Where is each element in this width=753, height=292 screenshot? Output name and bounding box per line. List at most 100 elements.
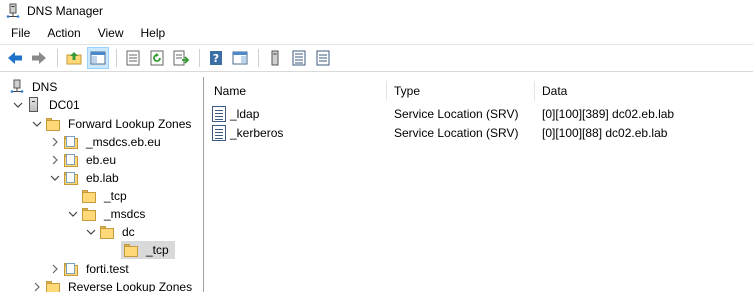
window-title: DNS Manager <box>27 4 104 18</box>
tree-item-label: Reverse Lookup Zones <box>68 280 193 292</box>
folder-icon <box>81 206 97 222</box>
show-hide-tree-button[interactable] <box>87 47 109 69</box>
record-name: _ldap <box>230 107 260 121</box>
tree-item-tcp[interactable]: _tcp <box>81 187 130 205</box>
console-tree: DNS DC01 Forward Lookup Zones _msdcs.eb.… <box>0 77 204 292</box>
zone-icon <box>63 134 79 150</box>
list-item[interactable]: _ldap Service Location (SRV) [0][100][38… <box>205 105 753 124</box>
console-icon <box>232 51 248 65</box>
toolbar: ? <box>0 44 753 72</box>
tree-item-label: _tcp <box>104 189 127 203</box>
tree-item-dns[interactable]: DNS <box>9 78 60 96</box>
show-hide-tree-icon <box>90 51 106 65</box>
export-list-icon <box>173 50 189 66</box>
tree-item-eb-lab[interactable]: eb.lab <box>49 169 122 187</box>
chevron-down-icon[interactable] <box>67 205 79 223</box>
back-button[interactable] <box>4 47 26 69</box>
record-data: [0][100][389] dc02.eb.lab <box>542 107 675 121</box>
column-header-data[interactable]: Data <box>533 79 753 103</box>
toolbar-separator <box>258 49 259 67</box>
tree-item-msdcs-eb-eu[interactable]: _msdcs.eb.eu <box>49 133 164 151</box>
zone-icon <box>63 261 79 277</box>
menu-action[interactable]: Action <box>38 23 88 43</box>
record-type: Service Location (SRV) <box>394 126 519 140</box>
column-header-name[interactable]: Name <box>205 79 386 103</box>
toolbar-separator <box>199 49 200 67</box>
results-list: Name Type Data _ldap Service Location (S… <box>205 77 753 292</box>
tree-item-eb-eu[interactable]: eb.eu <box>49 151 119 169</box>
tree-item-msdcs[interactable]: _msdcs <box>67 205 148 223</box>
tree-item-reverse-lookup-zones[interactable]: Reverse Lookup Zones <box>31 278 195 292</box>
selection-highlight: _tcp <box>121 241 175 259</box>
chevron-right-icon[interactable] <box>49 260 61 278</box>
menu-view[interactable]: View <box>89 23 132 43</box>
tree-item-label: _msdcs.eb.eu <box>86 135 161 149</box>
record-name: _kerberos <box>230 126 284 140</box>
chevron-right-icon[interactable] <box>49 151 61 169</box>
chevron-down-icon[interactable] <box>31 115 43 133</box>
back-arrow-icon <box>8 52 22 64</box>
folder-icon <box>81 188 97 204</box>
help-button[interactable]: ? <box>205 47 227 69</box>
tree-item-label: _msdcs <box>104 207 146 221</box>
svg-text:?: ? <box>213 52 219 65</box>
dns-record-icon <box>212 106 226 122</box>
menu-bar: File Action View Help <box>0 22 753 44</box>
folder-icon <box>45 279 61 292</box>
zone-list-icon <box>292 50 306 66</box>
properties-icon <box>126 50 140 66</box>
tree-item-label: _tcp <box>146 243 169 257</box>
help-icon: ? <box>210 51 222 65</box>
title-bar: DNS Manager <box>0 0 753 22</box>
forward-button[interactable] <box>28 47 50 69</box>
chevron-down-icon[interactable] <box>85 223 97 241</box>
server-button[interactable] <box>264 47 286 69</box>
record-type: Service Location (SRV) <box>394 107 519 121</box>
zone-icon <box>63 170 79 186</box>
chevron-right-icon[interactable] <box>49 133 61 151</box>
export-list-button[interactable] <box>170 47 192 69</box>
dns-manager-icon <box>5 3 21 19</box>
record-list-icon <box>316 50 330 66</box>
record-data: [0][100][88] dc02.eb.lab <box>542 126 668 140</box>
chevron-right-icon[interactable] <box>31 278 43 292</box>
forward-arrow-icon <box>32 52 46 64</box>
tree-item-label: eb.eu <box>86 153 117 167</box>
tree-item-label: DC01 <box>49 98 80 112</box>
server-icon <box>26 97 42 113</box>
menu-help[interactable]: Help <box>132 23 174 43</box>
dns-record-icon <box>212 125 226 141</box>
tree-item-label: DNS <box>32 80 58 94</box>
tree-item-dc[interactable]: dc <box>85 223 138 241</box>
chevron-down-icon[interactable] <box>12 96 24 114</box>
record-list-button[interactable] <box>312 47 334 69</box>
tree-item-label: forti.test <box>86 262 129 276</box>
refresh-button[interactable] <box>146 47 168 69</box>
chevron-down-icon[interactable] <box>49 169 61 187</box>
column-header-type[interactable]: Type <box>385 79 535 103</box>
folder-icon <box>123 242 139 258</box>
properties-button[interactable] <box>122 47 144 69</box>
dns-icon <box>9 79 25 95</box>
menu-file[interactable]: File <box>0 23 38 43</box>
folder-icon <box>99 224 115 240</box>
up-one-level-button[interactable] <box>63 47 85 69</box>
zone-icon <box>63 152 79 168</box>
tree-item-label: dc <box>122 225 135 239</box>
toolbar-separator <box>116 49 117 67</box>
tree-item-label: Forward Lookup Zones <box>68 117 192 131</box>
tree-item-forward-lookup-zones[interactable]: Forward Lookup Zones <box>31 115 194 133</box>
folder-icon <box>45 116 61 132</box>
refresh-icon <box>150 50 164 66</box>
toolbar-separator <box>57 49 58 67</box>
console-button[interactable] <box>229 47 251 69</box>
main-content: DNS DC01 Forward Lookup Zones _msdcs.eb.… <box>0 77 753 292</box>
up-folder-icon <box>66 52 82 65</box>
tree-item-forti-test[interactable]: forti.test <box>49 260 132 278</box>
tree-item-dc01[interactable]: DC01 <box>12 96 83 114</box>
zone-list-button[interactable] <box>288 47 310 69</box>
server-icon <box>271 50 279 66</box>
tree-item-dc-tcp[interactable]: _tcp <box>121 241 175 259</box>
list-item[interactable]: _kerberos Service Location (SRV) [0][100… <box>205 124 753 143</box>
tree-item-label: eb.lab <box>86 171 119 185</box>
